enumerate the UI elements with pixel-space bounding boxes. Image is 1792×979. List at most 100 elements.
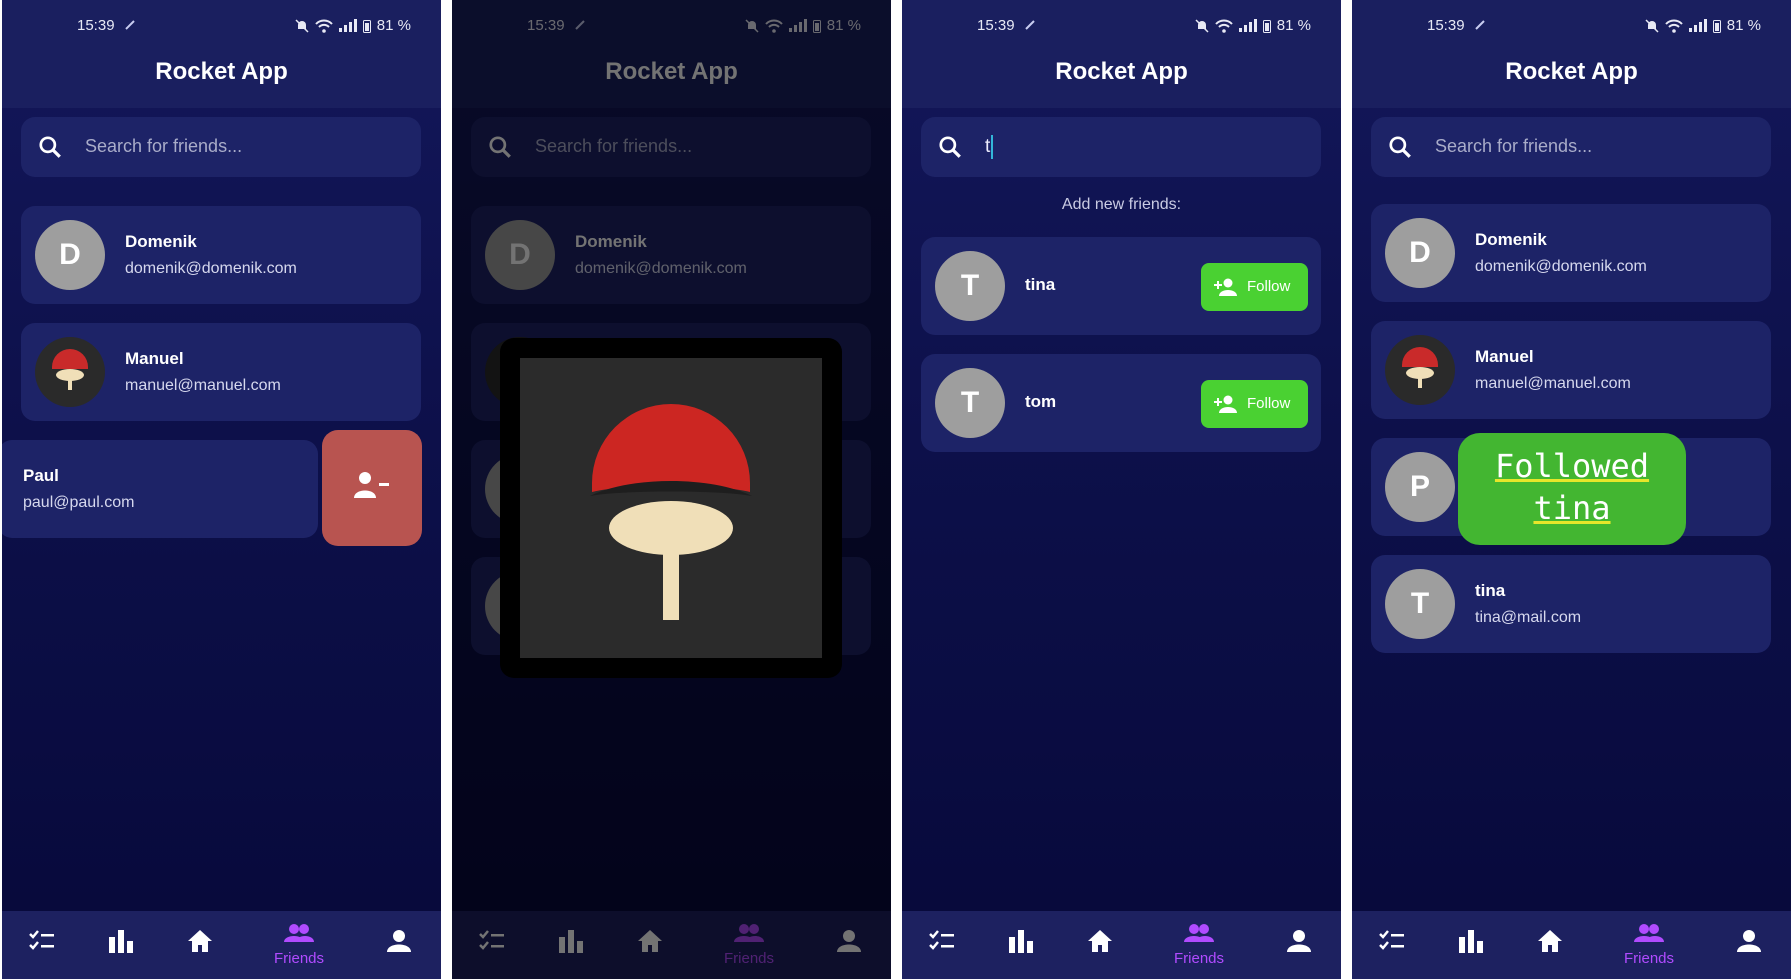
friends-tab-label: Friends [1623, 950, 1675, 967]
friend-email: domenik@domenik.com [1475, 258, 1647, 275]
battery-level: 81 % [376, 17, 411, 34]
profile-icon[interactable] [1287, 929, 1311, 953]
person-remove-icon [354, 472, 389, 498]
uchiha-fan-icon [1385, 335, 1455, 405]
tasks-icon[interactable] [28, 929, 56, 953]
follow-button[interactable]: Follow [1201, 380, 1308, 428]
friend-card[interactable]: Manuel manuel@manuel.com [21, 323, 421, 421]
screen-1: 15:39 81 % Rocket App Search for friends… [2, 0, 441, 979]
battery-icon [1262, 19, 1271, 33]
remove-friend-button[interactable] [322, 430, 422, 546]
friends-icon [1184, 924, 1214, 942]
battery-icon [362, 19, 371, 33]
avatar: D [1385, 218, 1455, 288]
avatar: T [1385, 569, 1455, 639]
friend-email: paul@paul.com [23, 494, 135, 511]
battery-level: 81 % [1276, 17, 1311, 34]
mute-icon [1195, 18, 1209, 33]
friend-name: Manuel [125, 349, 184, 368]
signal-icon [1688, 19, 1707, 32]
home-icon[interactable] [1087, 929, 1113, 953]
app-title: Rocket App [1055, 58, 1188, 85]
search-input[interactable]: Search for friends... [1371, 117, 1771, 177]
status-bar: 15:39 81 % [2, 17, 441, 35]
battery-icon [1712, 19, 1721, 33]
home-icon[interactable] [1537, 929, 1563, 953]
stats-icon[interactable] [1458, 929, 1484, 953]
friend-email: tina@mail.com [1475, 609, 1582, 626]
person-add-icon [1214, 395, 1237, 413]
avatar: D [35, 220, 105, 290]
tasks-icon[interactable] [928, 929, 956, 953]
friends-tab-label: Friends [1173, 950, 1225, 967]
toast-line-2: tina [1533, 489, 1611, 527]
bottom-nav: Friends [2, 911, 441, 979]
app-bar: 15:39 81 % Rocket App [1352, 0, 1791, 108]
status-bar: 15:39 81 % [1352, 17, 1791, 35]
search-result-card: T tina Follow [921, 237, 1321, 335]
friend-card[interactable]: D Domenik domenik@domenik.com [21, 206, 421, 304]
screen-4: 15:39 81 % Rocket App Search for friends… [1352, 0, 1791, 979]
result-name: tom [1025, 392, 1057, 411]
friends-tab[interactable]: Friends [1162, 923, 1236, 967]
search-result-card: T tom Follow [921, 354, 1321, 452]
search-icon [39, 136, 61, 158]
location-icon [1474, 18, 1486, 35]
location-icon [1024, 18, 1036, 35]
status-time: 15:39 [1427, 17, 1465, 34]
uchiha-fan-icon [35, 337, 105, 407]
home-icon[interactable] [187, 929, 213, 953]
friend-card[interactable]: Manuel manuel@manuel.com [1371, 321, 1771, 419]
friend-card-swiped[interactable]: Paul paul@paul.com [2, 440, 318, 538]
app-title: Rocket App [1505, 58, 1638, 85]
mute-icon [1645, 18, 1659, 33]
signal-icon [1238, 19, 1257, 32]
avatar: T [935, 368, 1005, 438]
search-value: t [985, 135, 994, 159]
result-name: tina [1025, 275, 1056, 294]
profile-icon[interactable] [387, 929, 411, 953]
bottom-nav: Friends [1352, 911, 1791, 979]
screen-3: 15:39 81 % Rocket App t Add new friends:… [902, 0, 1341, 979]
stats-icon[interactable] [1008, 929, 1034, 953]
wifi-icon [1215, 19, 1233, 33]
screen-2: 15:39 81 % Rocket App Search for friends… [452, 0, 891, 979]
search-icon [939, 136, 961, 158]
friend-email: domenik@domenik.com [125, 260, 297, 277]
friend-name: Manuel [1475, 347, 1534, 366]
toast-line-1: Followed [1494, 447, 1650, 485]
text-caret [991, 135, 994, 159]
search-placeholder: Search for friends... [85, 136, 243, 156]
friend-name: Domenik [1475, 230, 1547, 249]
app-bar: 15:39 81 % Rocket App [2, 0, 441, 108]
add-friends-label: Add new friends: [1061, 196, 1182, 213]
friends-tab[interactable]: Friends [1612, 923, 1686, 967]
search-input[interactable]: Search for friends... [21, 117, 421, 177]
follow-button[interactable]: Follow [1201, 263, 1308, 311]
signal-icon [338, 19, 357, 32]
friend-card[interactable]: T tina tina@mail.com [1371, 555, 1771, 653]
friend-name: Domenik [125, 232, 197, 251]
uchiha-fan-icon [520, 358, 822, 658]
avatar: T [935, 251, 1005, 321]
friends-tab[interactable]: Friends [262, 923, 336, 967]
avatar: P [1385, 452, 1455, 522]
status-time: 15:39 [77, 17, 115, 34]
tasks-icon[interactable] [1378, 929, 1406, 953]
friend-name: Paul [23, 466, 59, 485]
app-bar: 15:39 81 % Rocket App [902, 0, 1341, 108]
stats-icon[interactable] [108, 929, 134, 953]
search-input[interactable]: t [921, 117, 1321, 177]
mute-icon [295, 18, 309, 33]
friend-card[interactable]: D Domenik domenik@domenik.com [1371, 204, 1771, 302]
search-placeholder: Search for friends... [1435, 136, 1593, 156]
status-time: 15:39 [977, 17, 1015, 34]
friends-tab-label: Friends [273, 950, 325, 967]
avatar-preview-dialog [500, 338, 842, 678]
friend-email: manuel@manuel.com [1475, 375, 1631, 392]
friend-name: tina [1475, 581, 1506, 600]
profile-icon[interactable] [1737, 929, 1761, 953]
search-icon [1389, 136, 1411, 158]
friends-icon [1634, 924, 1664, 942]
status-bar: 15:39 81 % [902, 17, 1341, 35]
